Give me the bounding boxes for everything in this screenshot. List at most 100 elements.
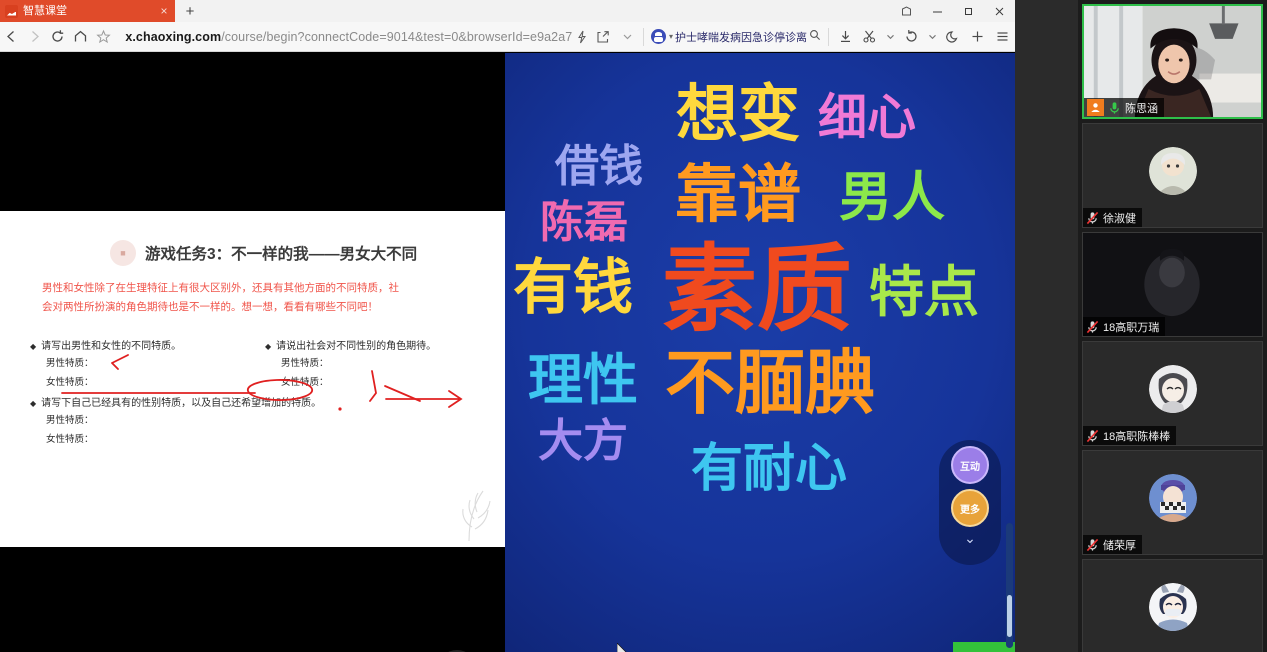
lightning-icon[interactable]	[573, 22, 591, 52]
toolbar-divider	[828, 27, 830, 46]
chevron-down-icon[interactable]: ▾	[669, 32, 673, 41]
add-icon[interactable]	[965, 22, 989, 52]
minimize-button[interactable]	[922, 0, 953, 22]
slide-question-columns: ◆ 请写出男性和女性的不同特质。 男性特质： 女性特质： ◆ 请说出社会对不同性…	[30, 339, 490, 392]
male-trait-label: 男性特质：	[46, 415, 94, 426]
close-button[interactable]	[984, 0, 1015, 22]
mic-on-icon	[1108, 101, 1121, 115]
chaoxing-logo-icon	[5, 4, 18, 18]
slide-header: ■ 游戏任务3：不一样的我——男女大不同	[110, 240, 417, 266]
wordcloud-word: 有耐心	[691, 439, 848, 499]
participant-name: 徐淑健	[1103, 212, 1136, 225]
wordcloud-word: 特点	[869, 260, 980, 324]
question-column-left: ◆ 请写出男性和女性的不同特质。 男性特质： 女性特质：	[30, 339, 255, 392]
scissors-icon[interactable]	[857, 22, 881, 52]
slide-intro-line1: 男性和女性除了在生理特征上有很大区别外，还具有其他方面的不同特质，社	[42, 282, 399, 294]
participant-tile[interactable]: 陈思涵	[1082, 4, 1263, 119]
participant-name-badge: 徐淑健	[1083, 208, 1142, 227]
participant-name: 陈思涵	[1125, 102, 1158, 115]
night-mode-icon[interactable]	[941, 22, 965, 52]
participant-tile[interactable]: 18高职万瑞	[1082, 232, 1263, 337]
interact-button[interactable]: 互动	[951, 446, 989, 484]
chevron-down-icon[interactable]	[881, 22, 899, 52]
wordcloud-pane[interactable]: 想变细心借钱靠谱男人 陈磊有钱素质特点理性不腼腆大方 有耐心 互动 更多 ⌄ 退出 …	[505, 53, 1015, 652]
history-icon[interactable]	[899, 22, 923, 52]
participant-tile[interactable]: 徐淑健	[1082, 123, 1263, 228]
forward-arrow-icon	[23, 22, 46, 52]
screen-root: 智慧课堂 × + x.chaoxing.com/course/begin?con…	[0, 0, 1267, 652]
mic-muted-icon	[1086, 429, 1099, 443]
more-button[interactable]: 更多	[951, 489, 989, 527]
page-content: ■ 游戏任务3：不一样的我——男女大不同 男性和女性除了在生理特征上有很大区别外…	[0, 53, 1015, 652]
wordcloud-word: 理性	[528, 348, 639, 412]
wheat-leaf-decoration-icon	[462, 490, 491, 542]
desktop-background	[1015, 0, 1078, 652]
lesson-badge-icon: ■	[110, 240, 136, 266]
restore-icon[interactable]	[891, 0, 922, 22]
search-query-text: 护士哮喘发病因急诊停诊离	[675, 31, 808, 44]
participant-name: 储荣厚	[1103, 539, 1136, 552]
female-trait-label: 女性特质：	[281, 376, 329, 388]
reload-icon[interactable]	[46, 22, 69, 52]
share-icon[interactable]	[591, 22, 615, 52]
toolbar-divider	[643, 27, 645, 46]
wordcloud-scrollbar[interactable]	[1006, 523, 1013, 648]
toolbar-search[interactable]: ▾ 护士哮喘发病因急诊停诊离	[648, 26, 824, 48]
question-1-left-text: 请写出男性和女性的不同特质。	[41, 341, 182, 352]
home-icon[interactable]	[69, 22, 92, 52]
tab-title: 智慧课堂	[23, 5, 67, 17]
participant-name-badge: 储荣厚	[1083, 535, 1142, 554]
maximize-button[interactable]	[953, 0, 984, 22]
search-icon[interactable]	[809, 28, 821, 46]
participant-name: 18高职万瑞	[1103, 321, 1160, 334]
avatar	[1148, 147, 1197, 196]
tabstrip-spacer	[205, 0, 891, 22]
navigation-bar: x.chaoxing.com/course/begin?connectCode=…	[0, 22, 1015, 52]
female-trait-label: 女性特质：	[46, 433, 94, 445]
tab-strip: 智慧课堂 × +	[0, 0, 1015, 22]
male-trait-label: 男性特质：	[46, 358, 94, 369]
wordcloud-word: 有钱	[513, 253, 633, 323]
search-engine-icon[interactable]	[651, 29, 667, 44]
question-1-left: ◆ 请写出男性和女性的不同特质。	[30, 339, 255, 355]
user-avatar-icon	[1087, 99, 1104, 116]
question-column-right: ◆ 请说出社会对不同性别的角色期待。 男性特质： 女性特质：	[265, 339, 490, 392]
participant-tile[interactable]: 储荣厚	[1082, 450, 1263, 555]
chevron-down-icon[interactable]	[923, 22, 941, 52]
wordcloud-word: 靠谱	[675, 158, 801, 231]
wordcloud-word: 细心	[818, 89, 917, 146]
participant-tile[interactable]	[1082, 559, 1263, 652]
question-2-block: ◆ 请写下自己已经具有的性别特质，以及自己还希望增加的特质。 男性特质： 女性特…	[30, 396, 490, 449]
participant-name: 18高职陈棒棒	[1103, 430, 1171, 443]
back-arrow-icon[interactable]	[0, 22, 23, 52]
participant-tile[interactable]: 18高职陈棒棒	[1082, 341, 1263, 446]
bullet-diamond-icon: ◆	[30, 342, 37, 351]
window-controls	[891, 0, 1015, 22]
chevron-down-icon[interactable]: ⌄	[964, 530, 976, 547]
floating-action-stack: 互动 更多 ⌄	[939, 440, 1001, 565]
mouse-cursor	[617, 643, 627, 652]
scrollbar-thumb[interactable]	[1007, 595, 1012, 637]
star-icon[interactable]	[92, 22, 115, 52]
female-trait-label: 女性特质：	[46, 376, 94, 388]
participant-name-badge: 18高职陈棒棒	[1083, 426, 1177, 445]
slide-pane: ■ 游戏任务3：不一样的我——男女大不同 男性和女性除了在生理特征上有很大区别外…	[0, 53, 505, 652]
address-bar[interactable]: x.chaoxing.com/course/begin?connectCode=…	[115, 22, 573, 52]
new-tab-button[interactable]: +	[175, 0, 205, 22]
mic-muted-icon	[1086, 211, 1099, 225]
chevron-down-icon[interactable]	[615, 22, 639, 52]
lesson-slide[interactable]: ■ 游戏任务3：不一样的我——男女大不同 男性和女性除了在生理特征上有很大区别外…	[0, 211, 505, 547]
wordcloud-word: 不腼腆	[665, 342, 875, 424]
wordcloud-word: 借钱	[555, 141, 643, 192]
question-1-right: ◆ 请说出社会对不同性别的角色期待。	[265, 339, 490, 355]
close-icon[interactable]: ×	[157, 0, 171, 22]
url-text: x.chaoxing.com/course/begin?connectCode=…	[125, 30, 573, 44]
wordcloud-word: 素质	[662, 235, 853, 345]
slide-intro-line2: 会对两性所扮演的角色期待也是不一样的。想一想，看看有哪些不同吧！	[42, 301, 378, 314]
wordcloud-word: 陈磊	[540, 197, 628, 248]
participant-name-badge: 18高职万瑞	[1083, 317, 1166, 336]
wordcloud-word: 男人	[839, 167, 945, 228]
hamburger-menu-icon[interactable]	[989, 22, 1015, 52]
browser-tab[interactable]: 智慧课堂 ×	[0, 0, 175, 22]
download-icon[interactable]	[833, 22, 857, 52]
